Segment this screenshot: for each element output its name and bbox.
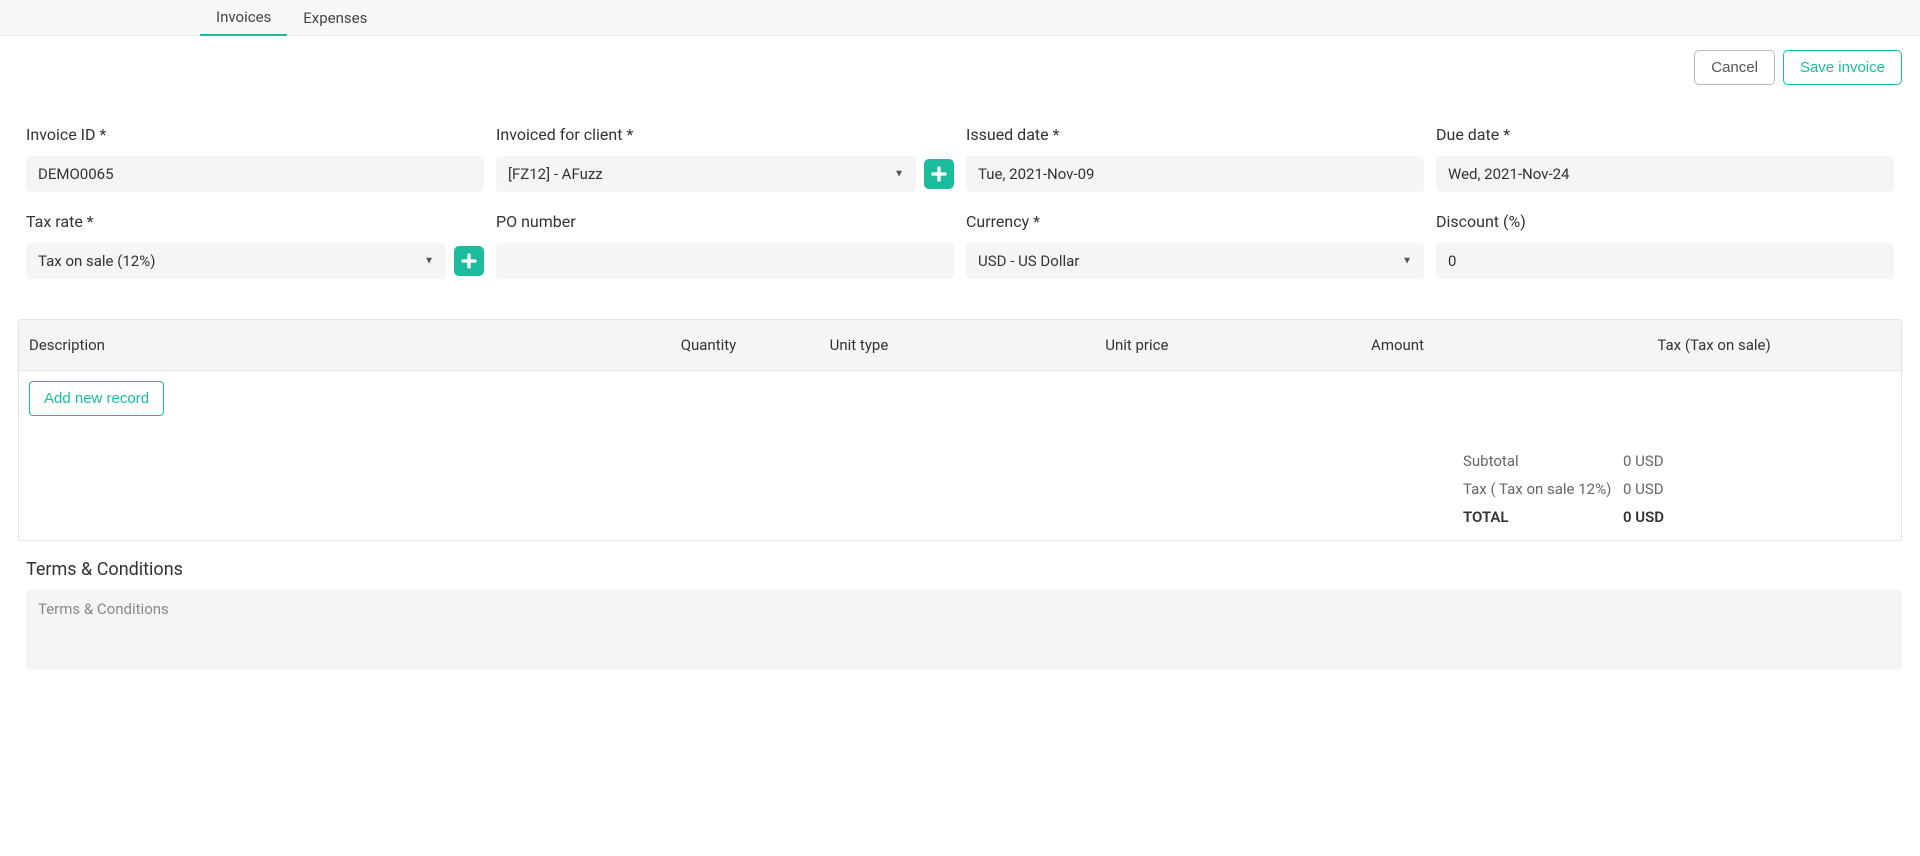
field-invoice-id: Invoice ID * [26, 125, 484, 192]
terms-textarea[interactable] [26, 590, 1902, 670]
currency-select-value: USD - US Dollar [966, 243, 1424, 279]
tax-rate-label: Tax rate * [26, 212, 484, 231]
po-number-input[interactable] [496, 243, 954, 279]
discount-input[interactable] [1436, 243, 1894, 279]
terms-heading: Terms & Conditions [26, 559, 1902, 580]
col-amount: Amount [1258, 336, 1537, 354]
client-select-value: [FZ12] - AFuzz [496, 156, 916, 192]
invoice-form: Invoice ID * Invoiced for client * [FZ12… [18, 125, 1902, 279]
col-tax: Tax (Tax on sale) [1537, 336, 1891, 354]
field-discount: Discount (%) [1436, 212, 1894, 279]
action-bar: Cancel Save invoice [18, 50, 1902, 85]
field-tax-rate: Tax rate * Tax on sale (12%) ▼ [26, 212, 484, 279]
subtotal-value: 0 USD [1623, 452, 1883, 470]
tab-invoices[interactable]: Invoices [200, 0, 287, 36]
currency-label: Currency * [966, 212, 1424, 231]
plus-icon [459, 251, 479, 271]
grand-total-label: TOTAL [1463, 508, 1623, 526]
col-quantity: Quantity [681, 336, 830, 354]
discount-label: Discount (%) [1436, 212, 1894, 231]
client-select[interactable]: [FZ12] - AFuzz ▼ [496, 156, 916, 192]
invoice-id-label: Invoice ID * [26, 125, 484, 144]
col-unit-price: Unit price [1016, 336, 1258, 354]
currency-select[interactable]: USD - US Dollar ▼ [966, 243, 1424, 279]
due-date-input[interactable] [1436, 156, 1894, 192]
field-due-date: Due date * [1436, 125, 1894, 192]
add-new-record-button[interactable]: Add new record [29, 381, 164, 416]
field-client: Invoiced for client * [FZ12] - AFuzz ▼ [496, 125, 954, 192]
issued-date-input[interactable] [966, 156, 1424, 192]
subtotal-label: Subtotal [1463, 452, 1623, 470]
invoice-id-input[interactable] [26, 156, 484, 192]
top-nav: Invoices Expenses [0, 0, 1920, 36]
save-invoice-button[interactable]: Save invoice [1783, 50, 1902, 85]
line-items-table: Description Quantity Unit type Unit pric… [18, 319, 1902, 541]
page-content: Cancel Save invoice Invoice ID * Invoice… [0, 36, 1920, 688]
plus-icon [929, 164, 949, 184]
cancel-button[interactable]: Cancel [1694, 50, 1775, 85]
client-label: Invoiced for client * [496, 125, 954, 144]
add-tax-rate-button[interactable] [454, 246, 484, 276]
add-client-button[interactable] [924, 159, 954, 189]
tax-rate-select-value: Tax on sale (12%) [26, 243, 446, 279]
due-date-label: Due date * [1436, 125, 1894, 144]
totals-section: Subtotal 0 USD Tax ( Tax on sale 12%) 0 … [19, 426, 1901, 540]
table-body: Add new record [19, 371, 1901, 426]
col-description: Description [29, 336, 681, 354]
field-currency: Currency * USD - US Dollar ▼ [966, 212, 1424, 279]
grand-total-value: 0 USD [1623, 508, 1883, 526]
tax-total-label: Tax ( Tax on sale 12%) [1463, 480, 1623, 498]
col-unit-type: Unit type [830, 336, 1016, 354]
po-number-label: PO number [496, 212, 954, 231]
tax-total-value: 0 USD [1623, 480, 1883, 498]
field-issued-date: Issued date * [966, 125, 1424, 192]
table-header: Description Quantity Unit type Unit pric… [19, 320, 1901, 371]
field-po-number: PO number [496, 212, 954, 279]
tax-rate-select[interactable]: Tax on sale (12%) ▼ [26, 243, 446, 279]
tab-expenses[interactable]: Expenses [287, 1, 383, 35]
issued-date-label: Issued date * [966, 125, 1424, 144]
